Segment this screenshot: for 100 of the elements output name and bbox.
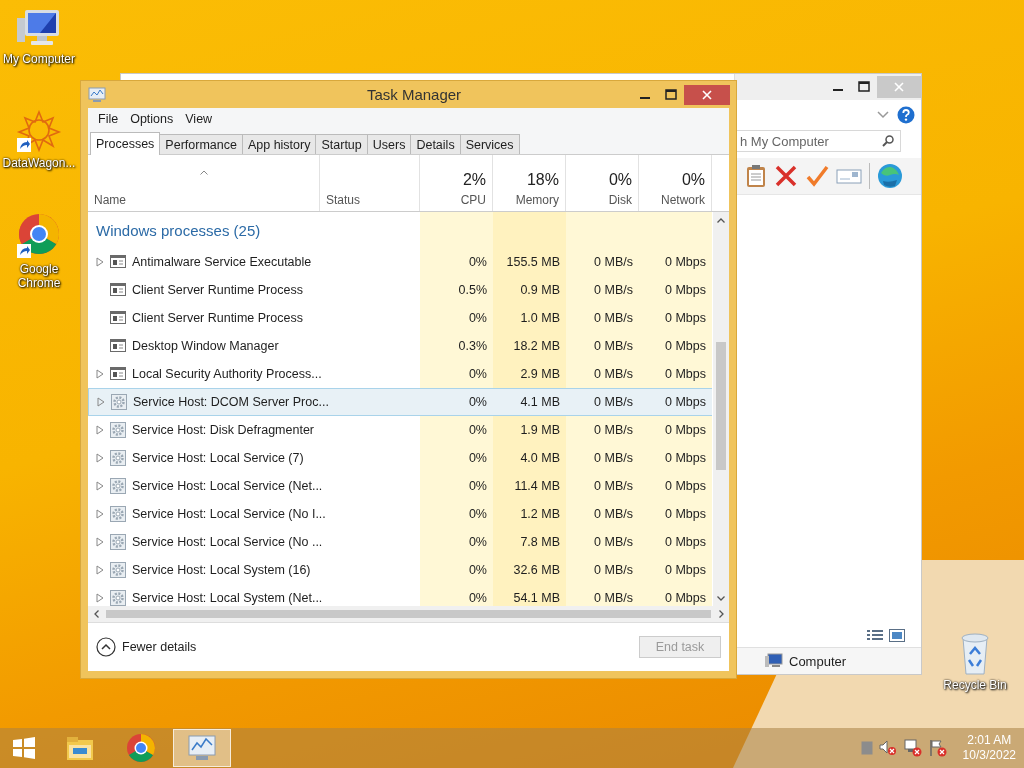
column-header[interactable]: Name [88, 155, 320, 211]
envelope-icon[interactable] [836, 166, 862, 186]
cross-icon[interactable] [774, 164, 798, 188]
table-cell: 0 MB/s [566, 444, 639, 472]
table-cell: 18.2 MB [493, 332, 566, 360]
table-cell: 4.1 MB [493, 388, 566, 416]
help-icon[interactable] [897, 106, 915, 124]
horizontal-scrollbar[interactable] [88, 606, 729, 622]
table-cell: 0 MB/s [566, 304, 639, 332]
process-row[interactable]: Client Server Runtime Process 0% 1.0 MB 0 MB/s 0 Mbps [88, 304, 713, 332]
search-icon[interactable] [882, 135, 894, 147]
process-name: Antimalware Service Executable [132, 255, 312, 269]
expand-arrow-icon[interactable] [96, 481, 104, 491]
scroll-left-icon[interactable] [93, 610, 99, 618]
table-cell: 0% [420, 528, 493, 556]
expand-arrow-icon[interactable] [96, 537, 104, 547]
maximize-icon[interactable] [665, 88, 677, 101]
flag-icon[interactable] [928, 739, 947, 757]
table-cell: 0 Mbps [639, 332, 712, 360]
column-header[interactable]: Status [320, 155, 420, 211]
column-total: 0% [608, 171, 632, 189]
table-cell: 0% [420, 472, 493, 500]
menu-item[interactable]: View [179, 112, 219, 126]
column-header[interactable]: 18% Memory [493, 155, 566, 211]
clipboard-icon[interactable] [745, 164, 767, 188]
column-header[interactable]: 2% CPU [420, 155, 493, 211]
table-cell: 0 Mbps [639, 248, 712, 276]
table-cell: 32.6 MB [493, 556, 566, 584]
network-error-icon[interactable] [902, 739, 923, 757]
taskbar-button[interactable] [173, 729, 231, 767]
table-cell: 0 Mbps [639, 584, 712, 606]
table-cell: 0 Mbps [639, 360, 712, 388]
fewer-details-button[interactable]: Fewer details [96, 637, 197, 657]
speaker-muted-icon[interactable] [878, 740, 897, 756]
table-cell: 0% [420, 388, 493, 416]
process-row[interactable]: Service Host: Local Service (Net... 0% 11.4 MB 0 MB/s 0 Mbps [88, 472, 713, 500]
tab[interactable]: Details [410, 134, 461, 154]
expand-arrow-icon[interactable] [96, 257, 104, 267]
chevron-down-icon[interactable] [877, 111, 889, 119]
process-row[interactable]: Antimalware Service Executable 0% 155.5 MB 0 MB/s 0 Mbps [88, 248, 713, 276]
process-row[interactable]: Desktop Window Manager 0.3% 18.2 MB 0 MB/s 0 Mbps [88, 332, 713, 360]
expand-arrow-icon[interactable] [96, 425, 104, 435]
checkmark-icon[interactable] [805, 164, 829, 188]
window-icon [110, 282, 126, 298]
table-cell: 4.0 MB [493, 444, 566, 472]
column-header[interactable]: 0% Disk [566, 155, 639, 211]
process-row[interactable]: Service Host: Local Service (No ... 0% 7.8 MB 0 MB/s 0 Mbps [88, 528, 713, 556]
group-heading: Windows processes (25) [95, 220, 262, 241]
process-row[interactable]: Service Host: Local Service (7) 0% 4.0 MB 0 MB/s 0 Mbps [88, 444, 713, 472]
menu-item[interactable]: Options [124, 112, 180, 126]
table-cell: 0 Mbps [639, 388, 712, 416]
details-view-icon[interactable] [867, 629, 883, 641]
process-name: Service Host: Local Service (No ... [132, 535, 323, 549]
expand-arrow-icon[interactable] [96, 593, 104, 603]
column-header[interactable]: 0% Network [639, 155, 712, 211]
table-cell: 0 MB/s [566, 332, 639, 360]
process-row[interactable]: Service Host: Local System (16) 0% 32.6 MB 0 MB/s 0 Mbps [88, 556, 713, 584]
expand-arrow-icon[interactable] [96, 565, 104, 575]
process-row[interactable]: Service Host: Disk Defragmenter 0% 1.9 MB 0 MB/s 0 Mbps [88, 416, 713, 444]
scroll-thumb[interactable] [106, 610, 711, 618]
gear-icon [110, 506, 126, 522]
scroll-right-icon[interactable] [718, 610, 724, 618]
expand-arrow-icon[interactable] [97, 397, 105, 407]
search-field[interactable]: h My Computer [735, 130, 901, 152]
scroll-thumb[interactable] [716, 342, 726, 470]
tab[interactable]: App history [241, 134, 317, 154]
column-total: 2% [462, 171, 486, 189]
table-cell: 0 MB/s [566, 556, 639, 584]
table-cell: 0.3% [420, 332, 493, 360]
close-icon[interactable] [701, 88, 713, 101]
tab[interactable]: Processes [90, 132, 161, 155]
table-cell: 0% [420, 248, 493, 276]
gear-icon [110, 478, 126, 494]
process-name: Service Host: Local System (Net... [132, 591, 323, 605]
gear-icon [110, 450, 126, 466]
vertical-scrollbar[interactable] [713, 212, 729, 606]
table-cell: 0 Mbps [639, 500, 712, 528]
process-row[interactable]: Service Host: Local Service (No I... 0% 1.2 MB 0 MB/s 0 Mbps [88, 500, 713, 528]
tab[interactable]: Users [366, 134, 412, 154]
maximize-icon[interactable] [858, 81, 870, 93]
expand-arrow-icon[interactable] [96, 453, 104, 463]
expand-arrow-icon[interactable] [96, 369, 104, 379]
table-cell: 0.9 MB [493, 276, 566, 304]
picture-view-icon[interactable] [889, 628, 905, 642]
tab[interactable]: Performance [159, 134, 243, 154]
window-title: Task Manager [365, 86, 463, 103]
tab[interactable]: Services [459, 134, 520, 154]
scroll-up-icon[interactable] [717, 217, 725, 223]
table-cell: 2.9 MB [493, 360, 566, 388]
process-row[interactable]: Client Server Runtime Process 0.5% 0.9 MB 0 MB/s 0 Mbps [88, 276, 713, 304]
task-manager-icon [88, 86, 106, 103]
table-cell: 0% [420, 304, 493, 332]
scroll-down-icon[interactable] [717, 595, 725, 601]
menu-item[interactable]: File [92, 112, 125, 126]
globe-icon[interactable] [877, 163, 903, 189]
expand-arrow-icon[interactable] [96, 509, 104, 519]
star-logo-icon[interactable] [15, 110, 63, 154]
tab[interactable]: Startup [315, 134, 368, 154]
process-row[interactable]: Local Security Authority Process... 0% 2.9 MB 0 MB/s 0 Mbps [88, 360, 713, 388]
sort-caret-icon [199, 170, 208, 175]
